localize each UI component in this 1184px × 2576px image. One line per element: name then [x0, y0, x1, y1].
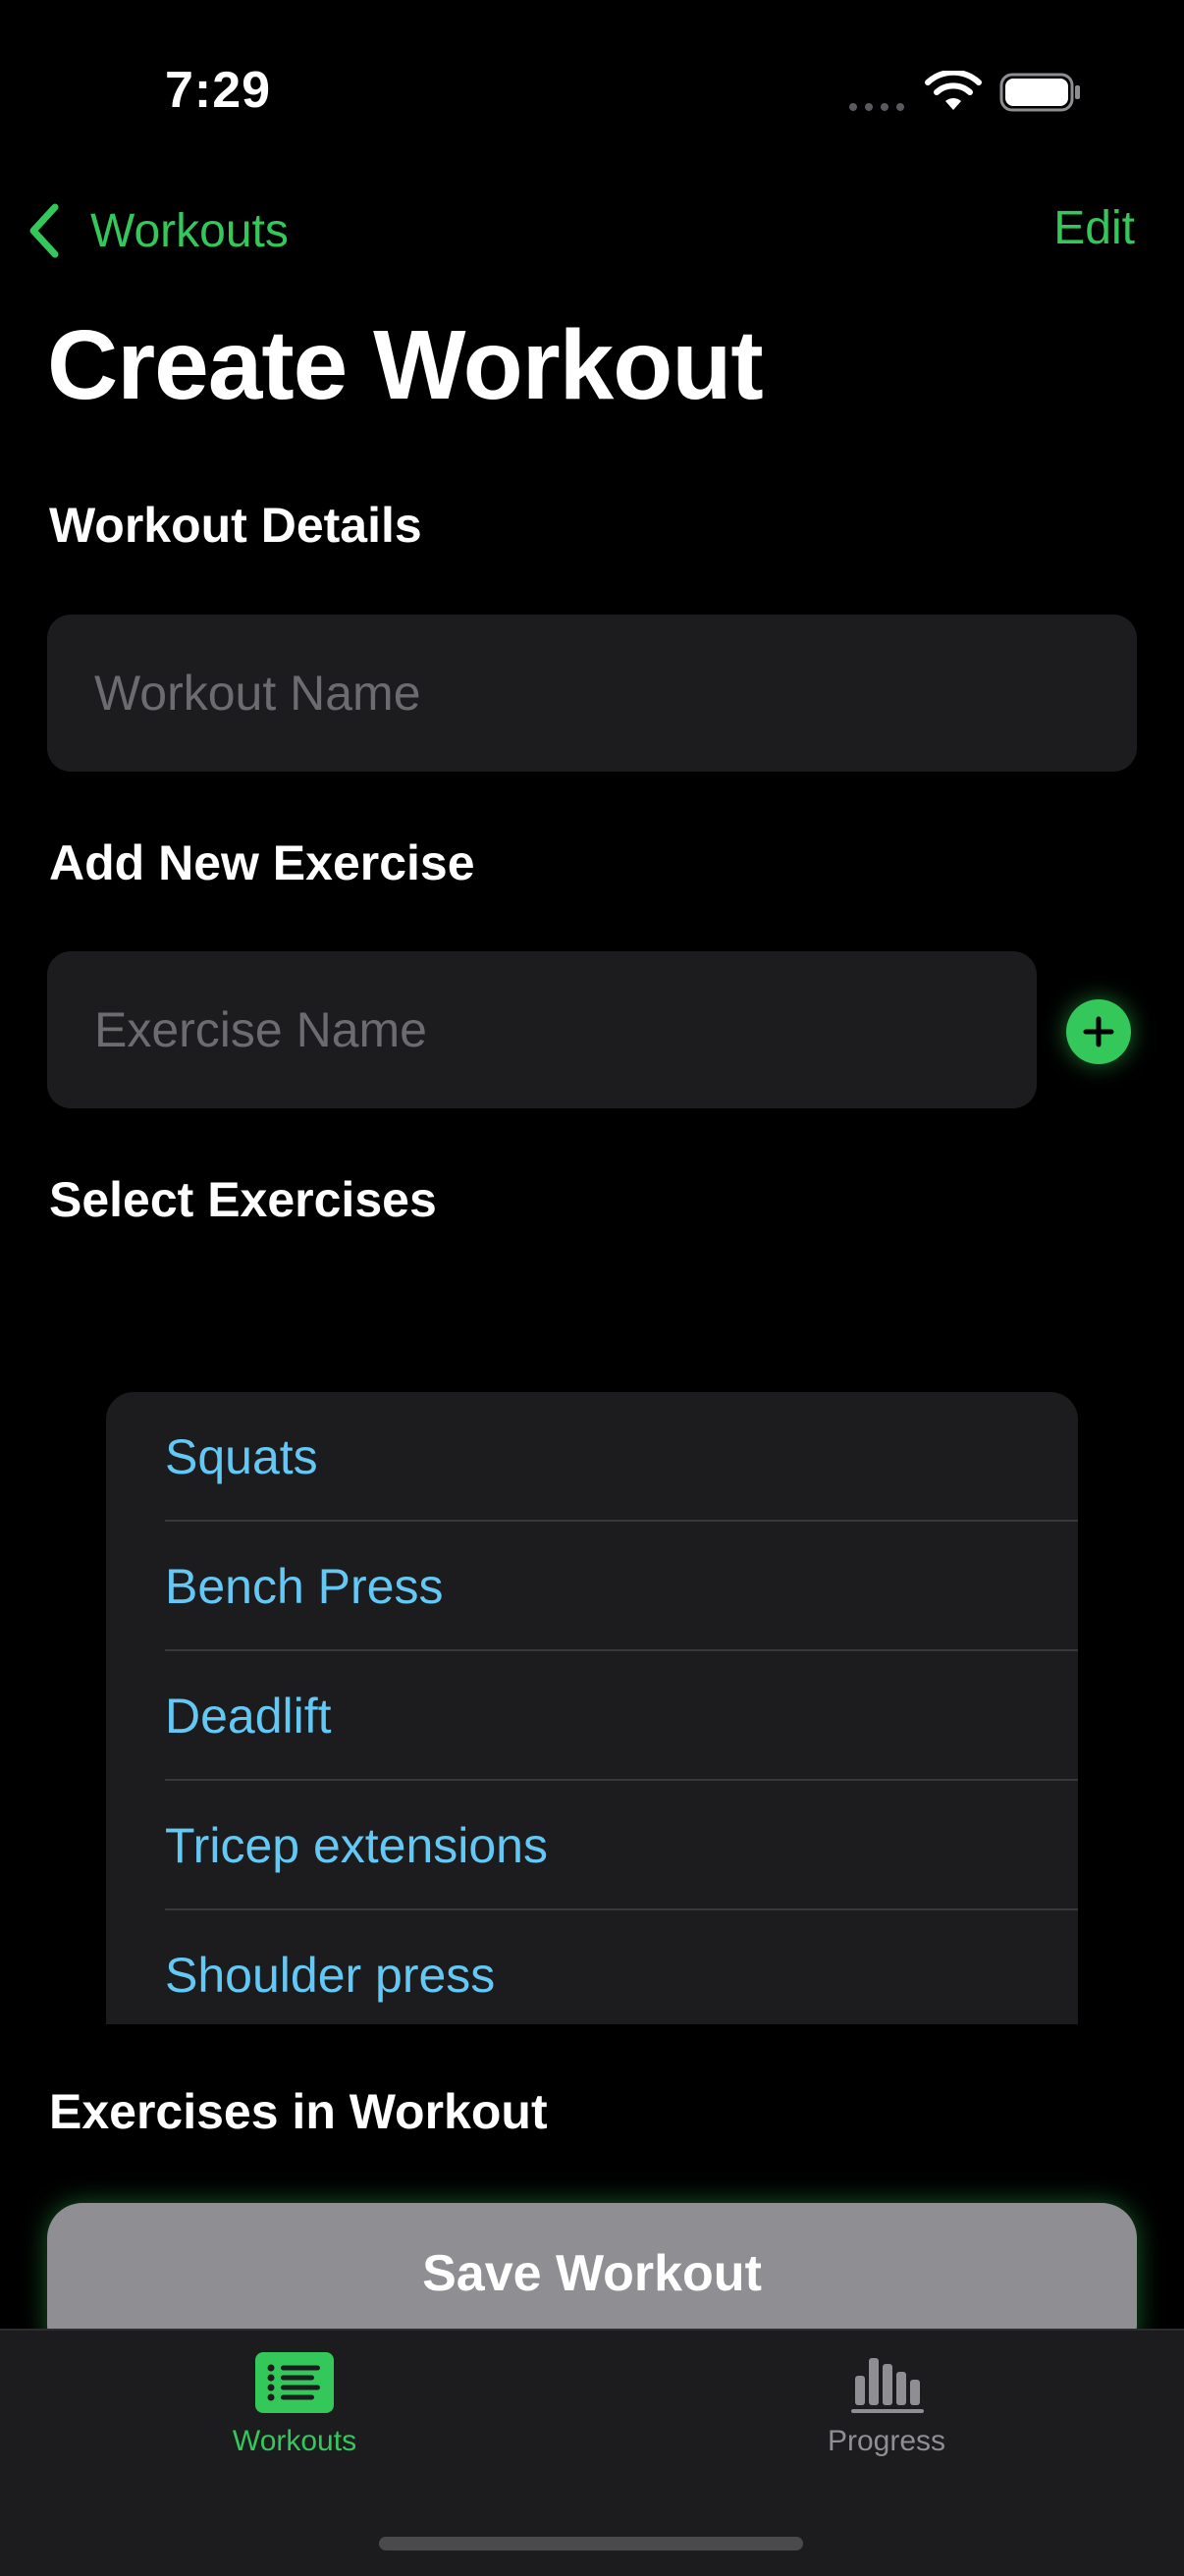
cellular-signal-icon [849, 103, 904, 111]
edit-button[interactable]: Edit [1053, 201, 1135, 255]
tab-progress[interactable]: Progress [739, 2350, 1034, 2488]
section-header-add-exercise: Add New Exercise [49, 835, 475, 890]
section-header-workout-details: Workout Details [49, 498, 422, 553]
back-button[interactable]: Workouts [24, 196, 289, 265]
exercise-name-field[interactable] [47, 951, 1037, 1108]
chart-bar-icon [851, 2358, 924, 2413]
chevron-left-icon [29, 203, 59, 258]
home-indicator [379, 2537, 803, 2550]
list-icon [255, 2352, 334, 2413]
exercise-option[interactable]: Shoulder press [106, 1910, 1078, 2024]
section-header-exercises-in-workout: Exercises in Workout [49, 2084, 548, 2139]
status-time: 7:29 [165, 62, 272, 119]
exercise-option[interactable]: Tricep extensions [106, 1781, 1078, 1910]
exercise-option[interactable]: Deadlift [106, 1651, 1078, 1781]
workout-name-field[interactable] [47, 615, 1137, 772]
page-title: Create Workout [47, 310, 764, 420]
exercise-picker-list[interactable]: Squats Bench Press Deadlift Tricep exten… [106, 1392, 1078, 2024]
exercise-option[interactable]: Bench Press [106, 1522, 1078, 1651]
add-exercise-button[interactable] [1066, 999, 1131, 1064]
wifi-icon [925, 71, 982, 110]
tab-workouts[interactable]: Workouts [147, 2350, 442, 2488]
exercise-option[interactable]: Squats [106, 1392, 1078, 1522]
back-button-label: Workouts [90, 204, 289, 257]
battery-icon [999, 73, 1080, 112]
tab-workouts-label: Workouts [232, 2425, 357, 2457]
section-header-select-exercises: Select Exercises [49, 1172, 437, 1227]
plus-icon [1083, 1016, 1114, 1047]
tab-progress-label: Progress [827, 2425, 946, 2457]
